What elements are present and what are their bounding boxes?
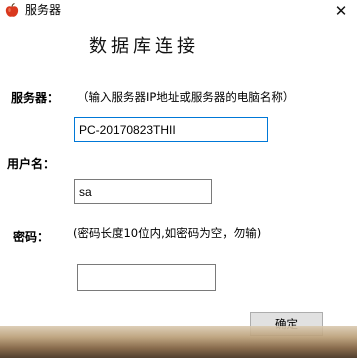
window-title: 服务器 <box>25 3 62 17</box>
password-label: 密码： <box>13 230 50 244</box>
server-label: 服务器： <box>11 91 60 105</box>
server-hint: （输入服务器IP地址或服务器的电脑名称） <box>77 90 295 104</box>
apple-icon <box>5 3 19 18</box>
title-bar[interactable]: 服务器 ✕ <box>0 0 357 22</box>
background-decoration <box>0 326 357 358</box>
server-field[interactable] <box>74 117 268 142</box>
dialog-window: 服务器 ✕ 数据库连接 服务器： （输入服务器IP地址或服务器的电脑名称） 用户… <box>0 0 357 358</box>
page-title: 数据库连接 <box>89 36 199 57</box>
password-hint: (密码长度10位内,如密码为空，勿输) <box>73 226 262 240</box>
close-icon[interactable]: ✕ <box>325 0 357 22</box>
username-label: 用户名： <box>7 157 56 171</box>
password-field[interactable] <box>77 264 216 291</box>
username-field[interactable] <box>74 179 212 204</box>
